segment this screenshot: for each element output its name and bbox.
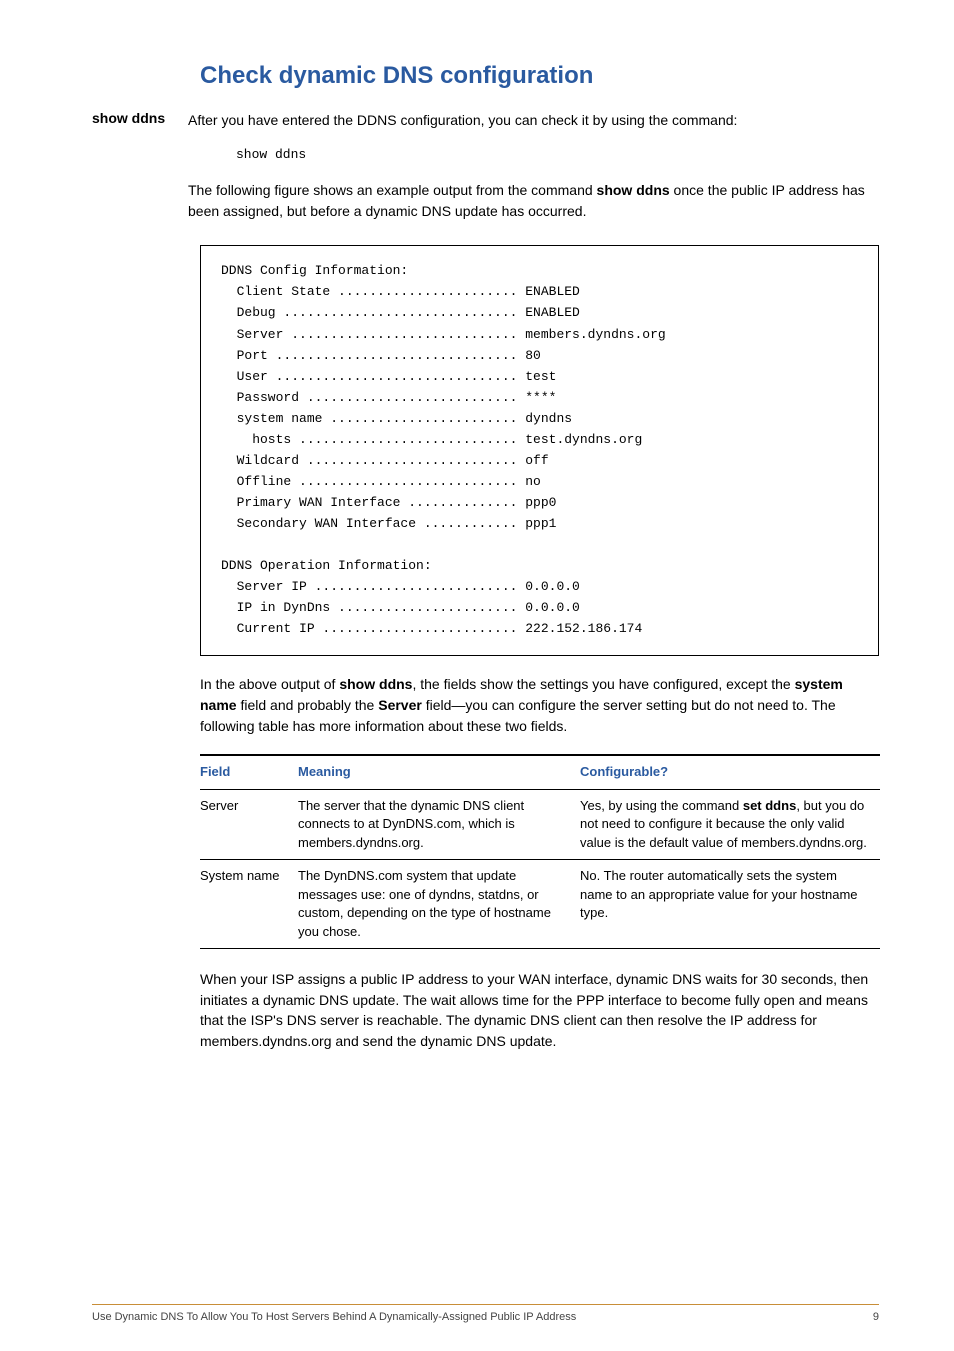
cell-field: Server [200, 789, 298, 859]
intro-paragraph-2: The following figure shows an example ou… [188, 180, 879, 221]
bold-command: set ddns [743, 798, 796, 813]
table-header-configurable: Configurable? [580, 755, 880, 789]
bold-command: show ddns [597, 182, 670, 198]
page-footer: Use Dynamic DNS To Allow You To Host Ser… [92, 1304, 879, 1323]
margin-command-label: show ddns [92, 110, 188, 126]
footer-title: Use Dynamic DNS To Allow You To Host Ser… [92, 1311, 576, 1323]
table-header-meaning: Meaning [298, 755, 580, 789]
text-segment: field and probably the [237, 697, 379, 713]
bold-command: show ddns [339, 676, 412, 692]
cell-configurable: Yes, by using the command set ddns, but … [580, 789, 880, 859]
cell-meaning: The DynDNS.com system that update messag… [298, 860, 580, 949]
footer-page-number: 9 [873, 1311, 879, 1323]
text-segment: In the above output of [200, 676, 339, 692]
cell-field: System name [200, 860, 298, 949]
command-text: show ddns [236, 145, 879, 164]
table-row: System name The DynDNS.com system that u… [200, 860, 880, 949]
text-segment: The following figure shows an example ou… [188, 182, 597, 198]
explanation-paragraph: In the above output of show ddns, the fi… [200, 674, 879, 736]
bold-field: Server [378, 697, 422, 713]
fields-table: Field Meaning Configurable? Server The s… [200, 754, 880, 949]
text-segment: Yes, by using the command [580, 798, 743, 813]
code-output-box: DDNS Config Information: Client State ..… [200, 245, 879, 656]
intro-paragraph: After you have entered the DDNS configur… [188, 110, 879, 131]
cell-meaning: The server that the dynamic DNS client c… [298, 789, 580, 859]
table-row: Server The server that the dynamic DNS c… [200, 789, 880, 859]
section-heading: Check dynamic DNS configuration [92, 62, 879, 90]
table-header-field: Field [200, 755, 298, 789]
closing-paragraph: When your ISP assigns a public IP addres… [200, 969, 879, 1052]
text-segment: , the fields show the settings you have … [412, 676, 794, 692]
text-segment: No. The router automatically sets the sy… [580, 868, 858, 920]
cell-configurable: No. The router automatically sets the sy… [580, 860, 880, 949]
